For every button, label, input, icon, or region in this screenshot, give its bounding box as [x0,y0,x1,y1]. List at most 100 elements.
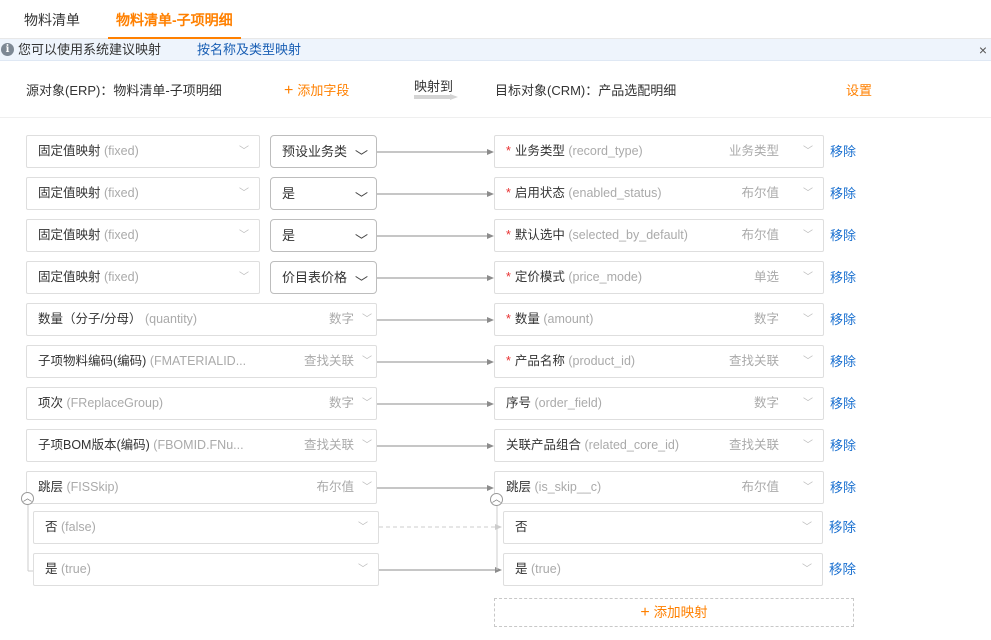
source-field-api: (fixed) [104,186,139,200]
target-field-select[interactable]: * 默认选中 (selected_by_default) 布尔值 ﹀ [494,219,824,252]
chevron-down-icon: ﹀ [803,146,813,157]
source-value-name: 否 [45,520,58,534]
target-field-type: 布尔值 [741,186,779,200]
target-field-select[interactable]: * 数量 (amount) 数字 ﹀ [494,303,824,336]
target-field-select[interactable]: * 产品名称 (product_id) 查找关联 ﹀ [494,345,824,378]
source-field-type: 查找关联 [303,438,354,452]
chevron-down-icon: ﹀ [239,272,249,283]
remove-button[interactable]: 移除 [830,303,856,336]
target-field-name: 产品名称 [514,354,565,368]
fixed-value-select[interactable]: 是 ﹀ [270,177,377,210]
target-field-type: 布尔值 [741,228,779,242]
target-field-name: 启用状态 [514,186,565,200]
source-value-select[interactable]: 否 (false) ﹀ [33,511,379,544]
chevron-down-icon: ﹀ [802,564,812,575]
source-field-name: 固定值映射 [38,270,101,284]
source-field-select[interactable]: 固定值映射 (fixed) ﹀ [26,135,260,168]
source-value-api: (false) [61,520,96,534]
source-field-type: 查找关联 [303,354,354,368]
fixed-value-select[interactable]: 价目表价格 ﹀ [270,261,377,294]
source-field-select[interactable]: 跳层 (FISSkip) 布尔值 ﹀ [26,471,377,504]
remove-button[interactable]: 移除 [830,261,856,294]
fixed-value-select[interactable]: 预设业务类 ﹀ [270,135,377,168]
chevron-down-icon: ﹀ [803,272,813,283]
target-field-select[interactable]: * 定价模式 (price_mode) 单选 ﹀ [494,261,824,294]
chevron-down-icon: ﹀ [362,482,372,493]
remove-button[interactable]: 移除 [829,553,856,586]
target-value-api: (true) [531,562,561,576]
remove-button[interactable]: 移除 [830,345,856,378]
target-field-api: (order_field) [534,396,602,410]
remove-button[interactable]: 移除 [830,387,856,420]
target-field-api: (amount) [543,312,594,326]
chevron-down-icon: ﹀ [362,440,372,451]
source-field-select[interactable]: 子项物料编码(编码) (FMATERIALID... 查找关联 ﹀ [26,345,377,378]
remove-button[interactable]: 移除 [829,511,856,544]
source-field-api: (FISSkip) [66,480,119,494]
source-field-api: (fixed) [104,144,139,158]
target-field-select[interactable]: * 业务类型 (record_type) 业务类型 ﹀ [494,135,824,168]
required-mark: * [506,228,511,242]
source-field-select[interactable]: 数量（分子/分母） (quantity) 数字 ﹀ [26,303,377,336]
target-field-api: (record_type) [568,144,643,158]
fixed-value: 价目表价格 [282,270,348,285]
target-field-api: (enabled_status) [568,186,662,200]
required-mark: * [506,270,511,284]
add-mapping-button[interactable]: + 添加映射 [494,598,854,627]
chevron-down-icon: ﹀ [239,188,249,199]
target-field-select[interactable]: * 启用状态 (enabled_status) 布尔值 ﹀ [494,177,824,210]
chevron-down-icon: ﹀ [358,522,368,533]
target-value-select[interactable]: 否 ﹀ [503,511,823,544]
target-field-type: 单选 [753,270,779,284]
source-field-select[interactable]: 项次 (FReplaceGroup) 数字 ﹀ [26,387,377,420]
target-field-type: 布尔值 [741,480,779,494]
source-field-select[interactable]: 子项BOM版本(编码) (FBOMID.FNu... 查找关联 ﹀ [26,429,377,462]
chevron-down-icon: ﹀ [239,230,249,241]
source-field-select[interactable]: 固定值映射 (fixed) ﹀ [26,219,260,252]
chevron-down-icon: ﹀ [239,146,249,157]
target-field-type: 查找关联 [728,438,779,452]
target-field-api: (price_mode) [568,270,643,284]
remove-button[interactable]: 移除 [830,429,856,462]
target-field-type: 数字 [753,312,779,326]
required-mark: * [506,354,511,368]
required-mark: * [506,144,511,158]
source-value-name: 是 [45,562,58,576]
chevron-down-icon: ﹀ [803,356,813,367]
chevron-down-icon: ﹀ [358,564,368,575]
plus-icon: + [640,604,650,621]
target-field-select[interactable]: 跳层 (is_skip__c) 布尔值 ﹀ [494,471,824,504]
source-field-name: 固定值映射 [38,144,101,158]
target-value-select[interactable]: 是 (true) ﹀ [503,553,823,586]
chevron-down-icon: ﹀ [354,275,368,290]
add-mapping-label: 添加映射 [653,605,708,620]
remove-button[interactable]: 移除 [830,471,856,504]
source-field-name: 子项BOM版本(编码) [38,438,150,452]
target-value-name: 否 [515,520,528,534]
target-field-type: 查找关联 [728,354,779,368]
source-field-type: 数字 [328,312,354,326]
required-mark: * [506,312,511,326]
fixed-value-select[interactable]: 是 ﹀ [270,219,377,252]
source-field-select[interactable]: 固定值映射 (fixed) ﹀ [26,177,260,210]
chevron-down-icon: ﹀ [354,233,368,248]
source-value-select[interactable]: 是 (true) ﹀ [33,553,379,586]
remove-button[interactable]: 移除 [830,177,856,210]
source-field-name: 数量（分子/分母） [38,312,142,326]
chevron-down-icon: ﹀ [803,188,813,199]
chevron-down-icon: ﹀ [362,314,372,325]
collapse-target-icon[interactable]: ︿ [490,493,503,506]
source-field-name: 固定值映射 [38,228,101,242]
source-field-select[interactable]: 固定值映射 (fixed) ﹀ [26,261,260,294]
chevron-down-icon: ﹀ [354,149,368,164]
target-field-name: 序号 [506,396,532,410]
source-field-name: 固定值映射 [38,186,101,200]
remove-button[interactable]: 移除 [830,135,856,168]
source-value-api: (true) [61,562,91,576]
target-field-select[interactable]: 序号 (order_field) 数字 ﹀ [494,387,824,420]
collapse-source-icon[interactable]: ︿ [21,492,34,505]
fixed-value: 是 [282,228,296,243]
remove-button[interactable]: 移除 [830,219,856,252]
target-field-type: 业务类型 [728,144,779,158]
target-field-select[interactable]: 关联产品组合 (related_core_id) 查找关联 ﹀ [494,429,824,462]
